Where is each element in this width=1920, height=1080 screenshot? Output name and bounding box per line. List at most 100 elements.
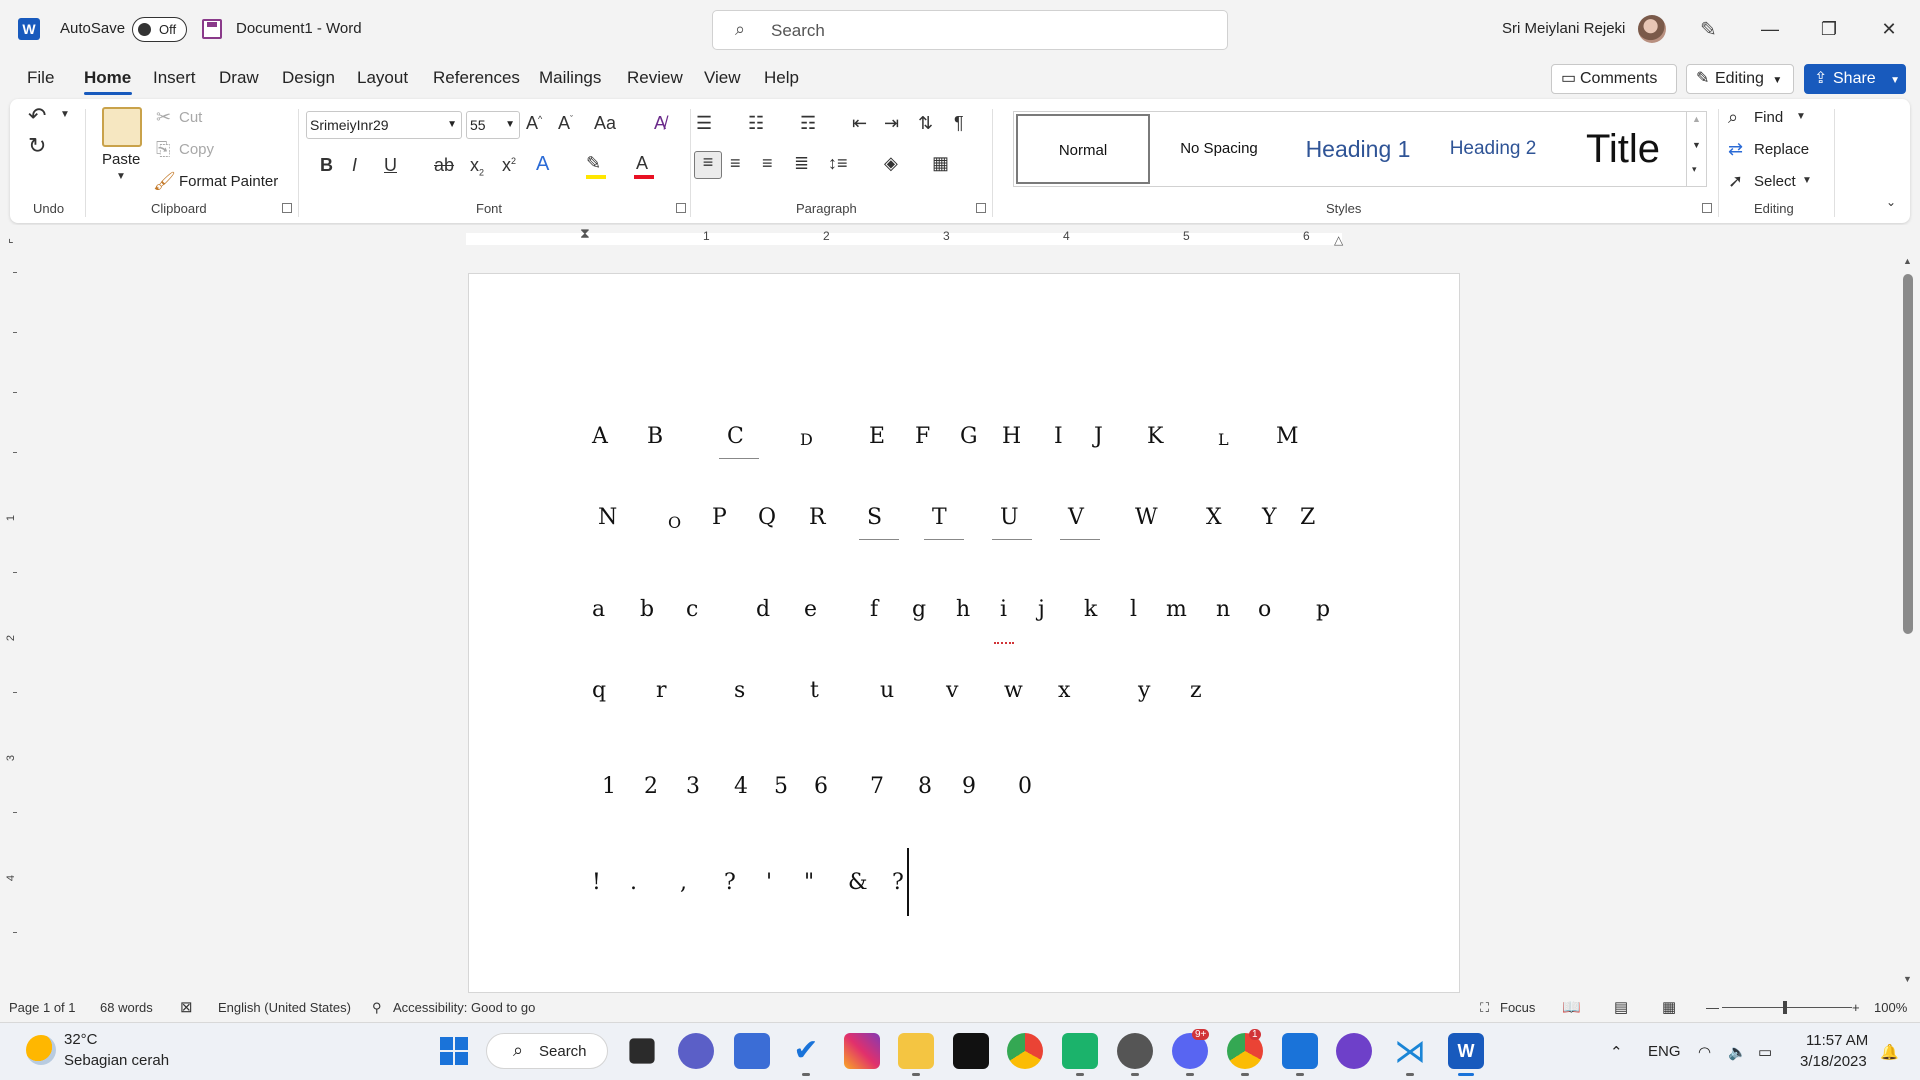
start-icon[interactable] [436, 1033, 472, 1069]
app-icon-green[interactable] [1062, 1033, 1098, 1069]
undo-icon[interactable]: ↶ [28, 103, 46, 129]
paste-button[interactable]: Paste [102, 151, 140, 168]
align-right-icon[interactable]: ≡ [762, 153, 773, 174]
cut-button[interactable]: Cut [179, 109, 202, 126]
align-left-icon[interactable]: ≡ [694, 151, 722, 179]
paste-icon[interactable] [102, 107, 142, 147]
underline-icon[interactable]: U [384, 155, 397, 176]
chevron-down-icon[interactable]: ▼ [1802, 175, 1812, 186]
teams-chat-icon[interactable] [678, 1033, 714, 1069]
vscode-icon[interactable]: ⋊ [1392, 1033, 1428, 1069]
zoom-out-icon[interactable]: — [1706, 1000, 1719, 1015]
accessibility-status[interactable]: Accessibility: Good to go [393, 1000, 535, 1015]
grow-font-icon[interactable]: A^ [526, 113, 542, 134]
tab-view[interactable]: View [704, 68, 741, 88]
collapse-ribbon-icon[interactable]: ⌄ [1886, 195, 1896, 209]
zoom-level[interactable]: 100% [1874, 1000, 1907, 1015]
chrome-icon[interactable] [1007, 1033, 1043, 1069]
scroll-up-icon[interactable]: ▲ [1903, 256, 1912, 266]
designer-pen-icon[interactable]: ✎ [1700, 17, 1717, 42]
web-layout-icon[interactable]: ▦ [1662, 998, 1676, 1016]
wifi-icon[interactable]: ◠ [1698, 1043, 1711, 1061]
comments-button[interactable]: ▭ Comments [1551, 64, 1677, 94]
weather-desc[interactable]: Sebagian cerah [64, 1052, 169, 1069]
font-name-combo[interactable]: SrimeiyInr29 ▼ [306, 111, 462, 139]
align-center-icon[interactable]: ≡ [730, 153, 741, 174]
borders-icon[interactable]: ▦ [932, 153, 949, 174]
save-icon[interactable] [202, 19, 222, 39]
style-no-spacing[interactable]: No Spacing [1152, 114, 1286, 184]
tab-references[interactable]: References [433, 68, 520, 88]
tab-insert[interactable]: Insert [153, 68, 196, 88]
find-button[interactable]: Find [1754, 109, 1783, 126]
shrink-font-icon[interactable]: Aˇ [558, 113, 573, 134]
tab-layout[interactable]: Layout [357, 68, 408, 88]
subscript-icon[interactable]: x2 [470, 155, 484, 178]
superscript-icon[interactable]: x2 [502, 155, 516, 176]
style-title[interactable]: Title [1560, 114, 1686, 184]
indent-marker-icon[interactable]: ⧗ [580, 225, 590, 242]
github-icon[interactable] [1336, 1033, 1372, 1069]
language[interactable]: English (United States) [218, 1000, 351, 1015]
store-icon[interactable] [734, 1033, 770, 1069]
zoom-slider-knob[interactable] [1783, 1001, 1787, 1014]
replace-button[interactable]: Replace [1754, 141, 1809, 158]
tab-home[interactable]: Home [84, 68, 131, 88]
chevron-up-icon[interactable]: ⌃ [1610, 1043, 1623, 1061]
tab-help[interactable]: Help [764, 68, 799, 88]
document-page[interactable] [468, 273, 1460, 993]
strikethrough-icon[interactable]: ab [434, 155, 454, 176]
share-button[interactable]: ⇪ Share ▼ [1804, 64, 1906, 94]
zoom-in-icon[interactable]: + [1852, 1000, 1860, 1015]
minimize-icon[interactable]: — [1755, 15, 1785, 43]
tab-selector-icon[interactable]: ⌞ [8, 231, 14, 245]
weather-temp[interactable]: 32°C [64, 1031, 98, 1048]
highlight-icon[interactable]: ✎ [586, 153, 606, 179]
clipboard-launcher-icon[interactable] [282, 203, 292, 213]
bold-icon[interactable]: B [320, 155, 333, 176]
scrollbar-thumb[interactable] [1903, 274, 1913, 634]
proofing-icon[interactable]: ⊠ [180, 998, 193, 1016]
read-mode-icon[interactable]: 📖 [1562, 998, 1581, 1016]
close-icon[interactable]: ✕ [1874, 15, 1904, 43]
word-count[interactable]: 68 words [100, 1000, 153, 1015]
settings-icon[interactable] [1117, 1033, 1153, 1069]
autosave-toggle[interactable]: Off [132, 17, 187, 42]
font-color-icon[interactable]: A [634, 153, 654, 179]
more-styles-icon[interactable]: ▾ [1692, 164, 1697, 175]
right-indent-marker-icon[interactable]: △ [1334, 233, 1343, 247]
capcut-icon[interactable] [953, 1033, 989, 1069]
app-icon-blue[interactable] [1282, 1033, 1318, 1069]
word-taskbar-icon[interactable]: W [1448, 1033, 1484, 1069]
style-heading-1[interactable]: Heading 1 [1288, 114, 1428, 184]
file-explorer-icon[interactable] [898, 1033, 934, 1069]
tab-review[interactable]: Review [627, 68, 683, 88]
line-spacing-icon[interactable]: ↕≡ [828, 153, 848, 174]
paragraph-launcher-icon[interactable] [976, 203, 986, 213]
decrease-indent-icon[interactable]: ⇤ [852, 113, 867, 134]
style-heading-2[interactable]: Heading 2 [1428, 114, 1558, 184]
show-formatting-icon[interactable]: ¶ [954, 113, 964, 134]
user-name[interactable]: Sri Meiylani Rejeki [1502, 20, 1625, 37]
taskbar-search[interactable]: ⌕ Search [486, 1033, 608, 1069]
weather-icon[interactable] [26, 1035, 56, 1065]
numbering-icon[interactable]: ☷ [748, 113, 764, 134]
clear-formatting-icon[interactable]: A̸ [654, 113, 666, 134]
text-effects-icon[interactable]: A [536, 153, 549, 176]
styles-gallery-scroll[interactable]: ▲ ▼ ▾ [1686, 112, 1706, 186]
notifications-icon[interactable]: 🔔 [1880, 1043, 1899, 1061]
focus-button[interactable]: Focus [1500, 1000, 1535, 1015]
clock-time[interactable]: 11:57 AM [1806, 1032, 1868, 1049]
font-size-combo[interactable]: 55 ▼ [466, 111, 520, 139]
volume-icon[interactable]: 🔈 [1728, 1043, 1747, 1061]
tab-mailings[interactable]: Mailings [539, 68, 601, 88]
styles-launcher-icon[interactable] [1702, 203, 1712, 213]
change-case-icon[interactable]: Aa [594, 113, 616, 134]
increase-indent-icon[interactable]: ⇥ [884, 113, 899, 134]
avatar[interactable] [1638, 15, 1666, 43]
search-input[interactable]: ⌕ Search [712, 10, 1228, 50]
tab-design[interactable]: Design [282, 68, 335, 88]
italic-icon[interactable]: I [352, 155, 357, 176]
format-painter-button[interactable]: Format Painter [179, 173, 278, 190]
multilevel-list-icon[interactable]: ☶ [800, 113, 816, 134]
